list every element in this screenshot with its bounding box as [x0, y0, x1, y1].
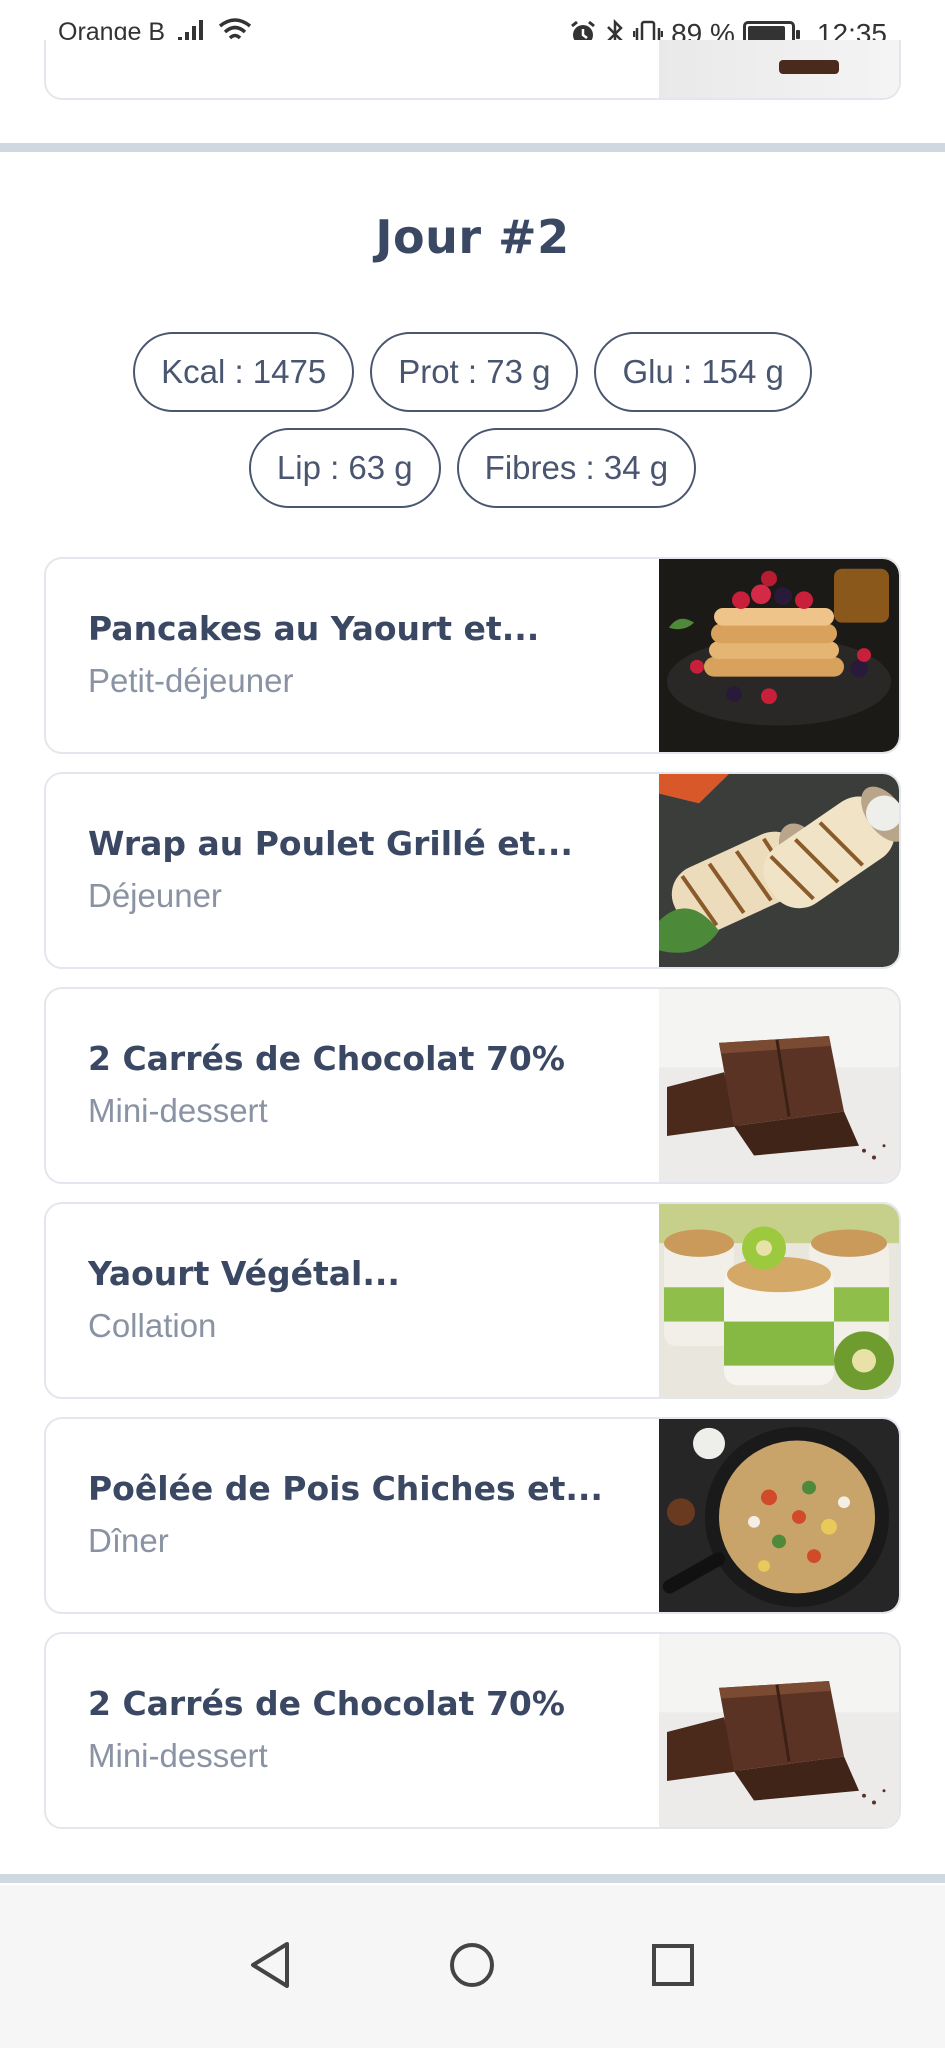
home-button[interactable]	[442, 1935, 502, 1995]
meal-title: Wrap au Poulet Grillé et...	[88, 824, 573, 863]
lipids-chip: Lip : 63 g	[248, 428, 441, 508]
meal-list: Pancakes au Yaourt et... Petit-déjeuner	[44, 557, 901, 1847]
meal-type: Dîner	[88, 1522, 169, 1559]
wrap-image	[659, 774, 899, 967]
meal-card[interactable]: Pancakes au Yaourt et... Petit-déjeuner	[44, 557, 901, 754]
meal-title: Pancakes au Yaourt et...	[88, 609, 540, 648]
pancakes-image	[659, 559, 899, 752]
meal-title: Poêlée de Pois Chiches et...	[88, 1469, 603, 1508]
meal-title: Yaourt Végétal...	[88, 1254, 400, 1293]
fibres-chip: Fibres : 34 g	[456, 428, 697, 508]
kcal-chip: Kcal : 1475	[133, 332, 355, 412]
meal-card[interactable]: 2 Carrés de Chocolat 70% Mini-dessert	[44, 1632, 901, 1829]
meal-card[interactable]: Poêlée de Pois Chiches et... Dîner	[44, 1417, 901, 1614]
recents-button[interactable]	[643, 1935, 703, 1995]
previous-meal-image	[659, 40, 899, 98]
meal-card[interactable]: Yaourt Végétal... Collation	[44, 1202, 901, 1399]
carbs-chip: Glu : 154 g	[594, 332, 812, 412]
back-icon	[251, 1942, 289, 1988]
meal-card[interactable]: Wrap au Poulet Grillé et... Déjeuner	[44, 772, 901, 969]
previous-meal-card[interactable]	[44, 40, 901, 100]
meal-card[interactable]: 2 Carrés de Chocolat 70% Mini-dessert	[44, 987, 901, 1184]
nutrient-chips-row-1: Kcal : 1475 Prot : 73 g Glu : 154 g	[0, 332, 945, 412]
chocolate-image	[659, 1634, 899, 1827]
meal-type: Mini-dessert	[88, 1092, 268, 1129]
chocolate-image	[659, 989, 899, 1182]
home-icon	[450, 1943, 494, 1987]
meal-type: Mini-dessert	[88, 1737, 268, 1774]
chickpea-pan-image	[659, 1419, 899, 1612]
meal-type: Collation	[88, 1307, 217, 1344]
meal-title: 2 Carrés de Chocolat 70%	[88, 1684, 565, 1723]
protein-chip: Prot : 73 g	[370, 332, 579, 412]
bottom-divider	[0, 1874, 945, 1883]
meal-type: Déjeuner	[88, 877, 222, 914]
meal-type: Petit-déjeuner	[88, 662, 294, 699]
system-nav-bar	[0, 1885, 945, 2048]
section-divider	[0, 143, 945, 152]
back-button[interactable]	[240, 1935, 300, 1995]
day-title: Jour #2	[375, 210, 570, 264]
nutrient-chips-row-2: Lip : 63 g Fibres : 34 g	[0, 428, 945, 508]
recents-icon	[652, 1944, 694, 1986]
meal-title: 2 Carrés de Chocolat 70%	[88, 1039, 565, 1078]
yogurt-kiwi-image	[659, 1204, 899, 1397]
